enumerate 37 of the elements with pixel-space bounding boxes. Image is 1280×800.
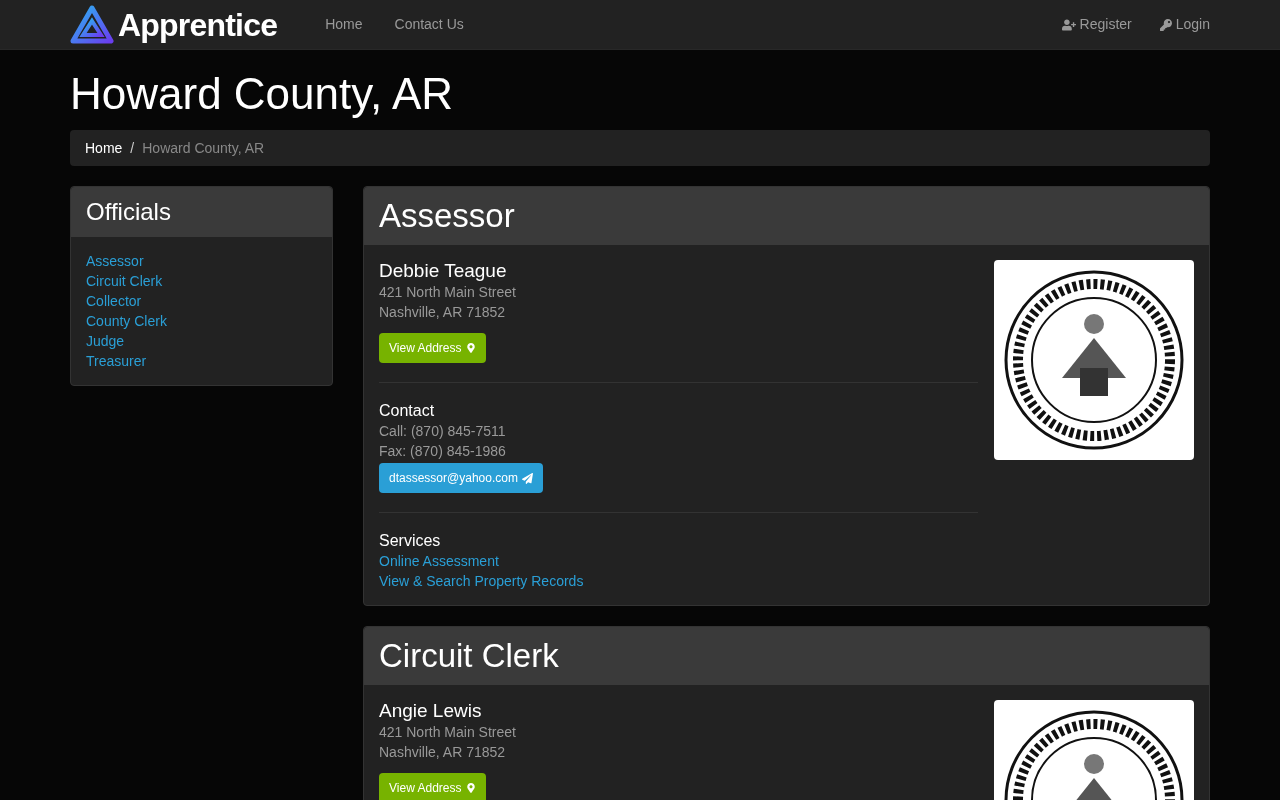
office-title: Assessor bbox=[379, 196, 516, 236]
address-line: 421 North Main Street bbox=[379, 283, 517, 302]
official-link[interactable]: Collector bbox=[86, 291, 317, 311]
official-name: Debbie Teague bbox=[379, 260, 508, 282]
add-user-icon bbox=[1061, 17, 1076, 32]
nav-link[interactable]: Home bbox=[309, 14, 379, 35]
address-line: 421 North Main Street bbox=[379, 723, 517, 742]
official-link[interactable]: Judge bbox=[86, 331, 317, 351]
contact-heading: Contact bbox=[379, 401, 436, 421]
account-link[interactable]: Login bbox=[1131, 14, 1210, 35]
services-heading: Services bbox=[379, 531, 442, 551]
key-icon bbox=[1159, 18, 1172, 31]
current-page-label: Howard County, AR bbox=[142, 138, 265, 158]
send-icon bbox=[521, 472, 533, 484]
logo-icon bbox=[70, 4, 114, 45]
official-link[interactable]: Circuit Clerk bbox=[86, 271, 317, 291]
address-line: Nashville, AR 71852 bbox=[379, 303, 507, 322]
email-button[interactable]: dtassessor@yahoo.com bbox=[379, 463, 543, 493]
phone-line: Call: (870) 845-7511 bbox=[379, 422, 507, 441]
page-title: Howard County, AR bbox=[70, 68, 455, 120]
office-title: Circuit Clerk bbox=[379, 636, 560, 676]
phone-line: Fax: (870) 845-1986 bbox=[379, 442, 507, 461]
official-link[interactable]: Treasurer bbox=[86, 351, 317, 371]
map-pin-icon bbox=[465, 343, 476, 353]
official-link[interactable]: Assessor bbox=[86, 251, 317, 271]
service-link[interactable]: View & Search Property Records bbox=[379, 571, 978, 591]
official-name: Angie Lewis bbox=[379, 700, 483, 722]
breadcrumb-link[interactable]: Home bbox=[85, 137, 123, 159]
official-link[interactable]: County Clerk bbox=[86, 311, 317, 331]
map-pin-icon bbox=[465, 783, 476, 793]
service-link[interactable]: Online Assessment bbox=[379, 551, 978, 571]
address-line: Nashville, AR 71852 bbox=[379, 743, 507, 762]
account-link[interactable]: Register bbox=[1033, 14, 1132, 35]
panel-title: Officials bbox=[86, 197, 172, 227]
brand-name[interactable]: Apprentice bbox=[118, 0, 278, 49]
breadcrumb-separator: / bbox=[129, 138, 136, 158]
nav-link[interactable]: Contact Us bbox=[378, 14, 480, 35]
